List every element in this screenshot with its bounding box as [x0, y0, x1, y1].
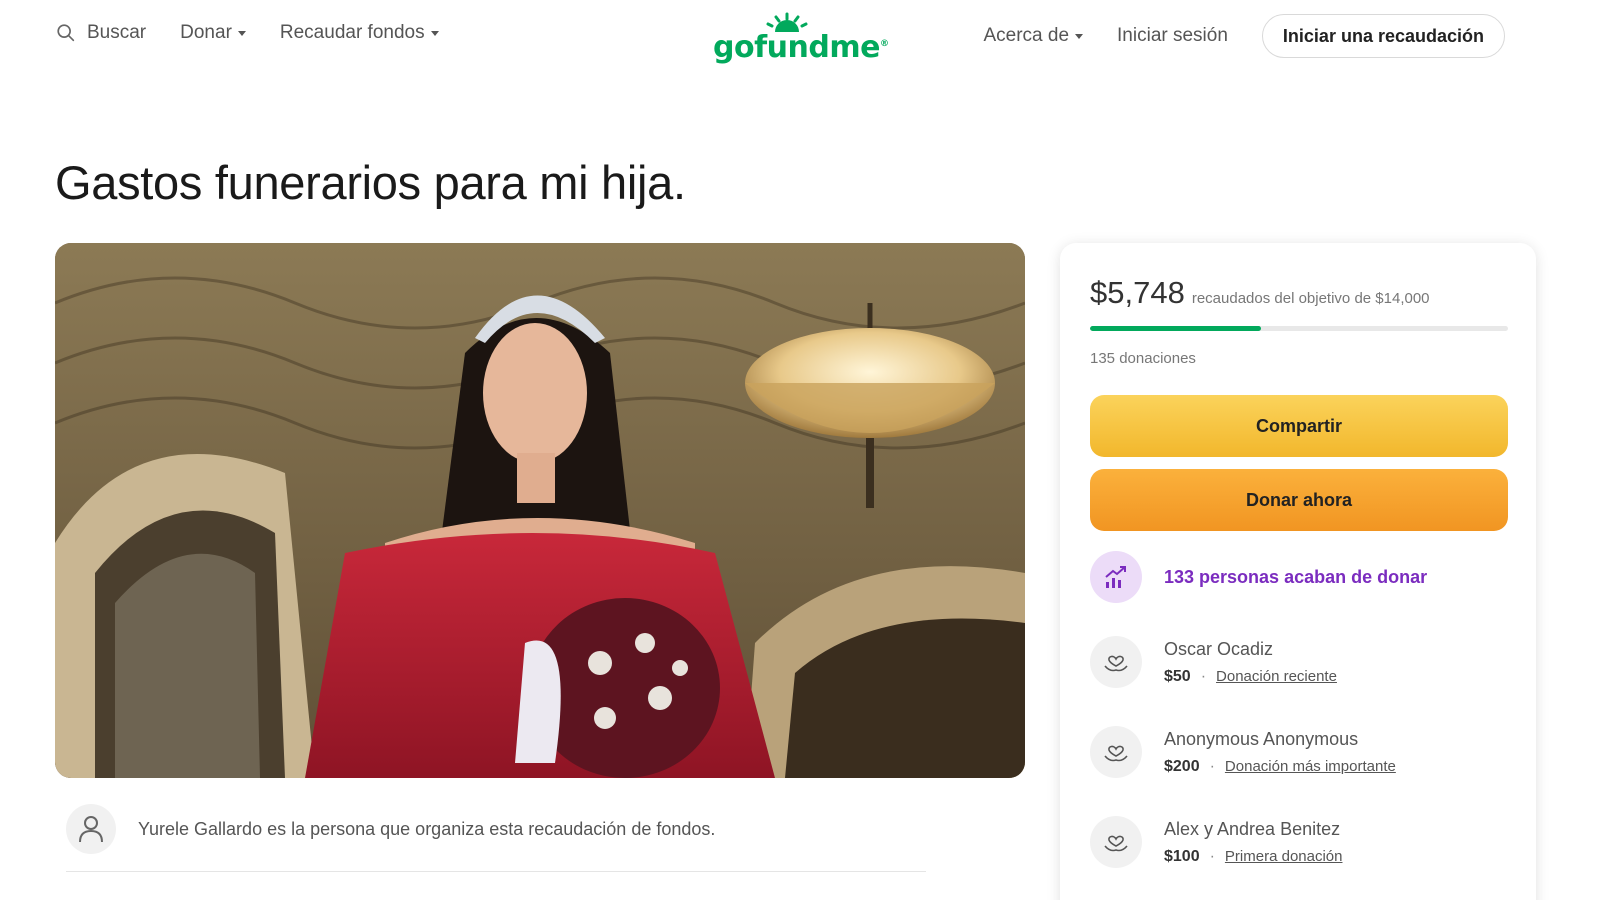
progress-bar [1090, 326, 1508, 331]
page-title: Gastos funerarios para mi hija. [55, 156, 686, 209]
donor-tag-link[interactable]: Donación más importante [1225, 758, 1396, 775]
login-link[interactable]: Iniciar sesión [1117, 25, 1228, 47]
raised-amount: $5,748 [1090, 275, 1185, 310]
separator-dot: · [1209, 757, 1215, 775]
donor-avatar [1090, 816, 1142, 868]
organizer-text: Yurele Gallardo es la persona que organi… [138, 818, 716, 839]
caret-down-icon [1075, 33, 1084, 39]
start-fundraiser-label: Iniciar una recaudación [1282, 25, 1484, 46]
search-label: Buscar [87, 22, 147, 43]
top-navigation: Buscar Donar Recaudar fondos gofundme® A… [0, 0, 1600, 78]
donor-item: Anonymous Anonymous $200 · Donación más … [1090, 726, 1396, 778]
separator-dot: · [1209, 847, 1215, 865]
donor-tag-link[interactable]: Primera donación [1225, 848, 1343, 865]
heart-hands-icon [1104, 835, 1128, 852]
logo-text: gofundme® [713, 30, 889, 65]
donor-meta: $200 · Donación más importante [1164, 758, 1396, 776]
donor-name: Anonymous Anonymous [1164, 728, 1359, 749]
login-label: Iniciar sesión [1117, 25, 1228, 46]
share-label: Compartir [1255, 415, 1342, 436]
caret-down-icon [237, 30, 246, 36]
organizer-avatar [66, 804, 116, 854]
divider [66, 871, 926, 872]
nav-right: Acerca de Iniciar sesión Iniciar una rec… [983, 14, 1505, 58]
recent-donations-link[interactable]: 133 personas acaban de donar [1090, 551, 1427, 603]
donation-count: 135 donaciones [1090, 350, 1196, 367]
donate-menu[interactable]: Donar [180, 22, 246, 44]
fundraise-menu[interactable]: Recaudar fondos [280, 22, 439, 44]
about-menu[interactable]: Acerca de [983, 25, 1084, 47]
goal-text: recaudados del objetivo de $14,000 [1191, 290, 1430, 307]
donor-name: Oscar Ocadiz [1164, 638, 1274, 659]
search-link[interactable]: Buscar [55, 22, 146, 44]
user-icon [79, 816, 103, 843]
start-fundraiser-button[interactable]: Iniciar una recaudación [1261, 14, 1505, 58]
donor-details: Oscar Ocadiz $50 · Donación reciente [1164, 639, 1337, 686]
search-icon [57, 24, 75, 42]
recent-icon-wrap [1090, 551, 1142, 603]
progress-fill [1090, 326, 1262, 331]
heart-hands-icon [1104, 655, 1128, 672]
donor-details: Alex y Andrea Benitez $100 · Primera don… [1164, 819, 1342, 866]
donor-meta: $100 · Primera donación [1164, 848, 1342, 866]
heart-hands-icon [1104, 745, 1128, 762]
organizer-row: Yurele Gallardo es la persona que organi… [66, 800, 926, 858]
donor-details: Anonymous Anonymous $200 · Donación más … [1164, 729, 1396, 776]
donor-amount: $100 [1164, 847, 1200, 865]
separator-dot: · [1200, 667, 1207, 685]
recent-donations-text: 133 personas acaban de donar [1164, 566, 1428, 587]
donate-menu-label: Donar [180, 22, 232, 43]
donor-amount: $200 [1164, 757, 1200, 775]
caret-down-icon [430, 30, 439, 36]
fundraise-menu-label: Recaudar fondos [279, 22, 425, 43]
nav-left: Buscar Donar Recaudar fondos [55, 22, 473, 44]
donor-tag-link[interactable]: Donación reciente [1216, 668, 1337, 685]
campaign-photo [55, 243, 1025, 778]
donor-item: Alex y Andrea Benitez $100 · Primera don… [1090, 816, 1342, 868]
trending-icon [1105, 566, 1126, 588]
donor-item: Oscar Ocadiz $50 · Donación reciente [1090, 636, 1337, 688]
gofundme-logo[interactable]: gofundme® [713, 12, 889, 65]
donate-now-label: Donar ahora [1245, 489, 1353, 510]
donor-avatar [1090, 636, 1142, 688]
raised-summary: $5,748 recaudados del objetivo de $14,00… [1090, 275, 1430, 311]
donor-meta: $50 · Donación reciente [1164, 668, 1337, 686]
donation-card: $5,748 recaudados del objetivo de $14,00… [1060, 243, 1536, 900]
campaign-photo-illustration [55, 243, 1025, 778]
donate-now-button[interactable]: Donar ahora [1090, 469, 1508, 531]
donor-avatar [1090, 726, 1142, 778]
about-menu-label: Acerca de [983, 25, 1070, 46]
donor-amount: $50 [1164, 667, 1191, 685]
donor-name: Alex y Andrea Benitez [1164, 818, 1341, 839]
share-button[interactable]: Compartir [1090, 395, 1508, 457]
